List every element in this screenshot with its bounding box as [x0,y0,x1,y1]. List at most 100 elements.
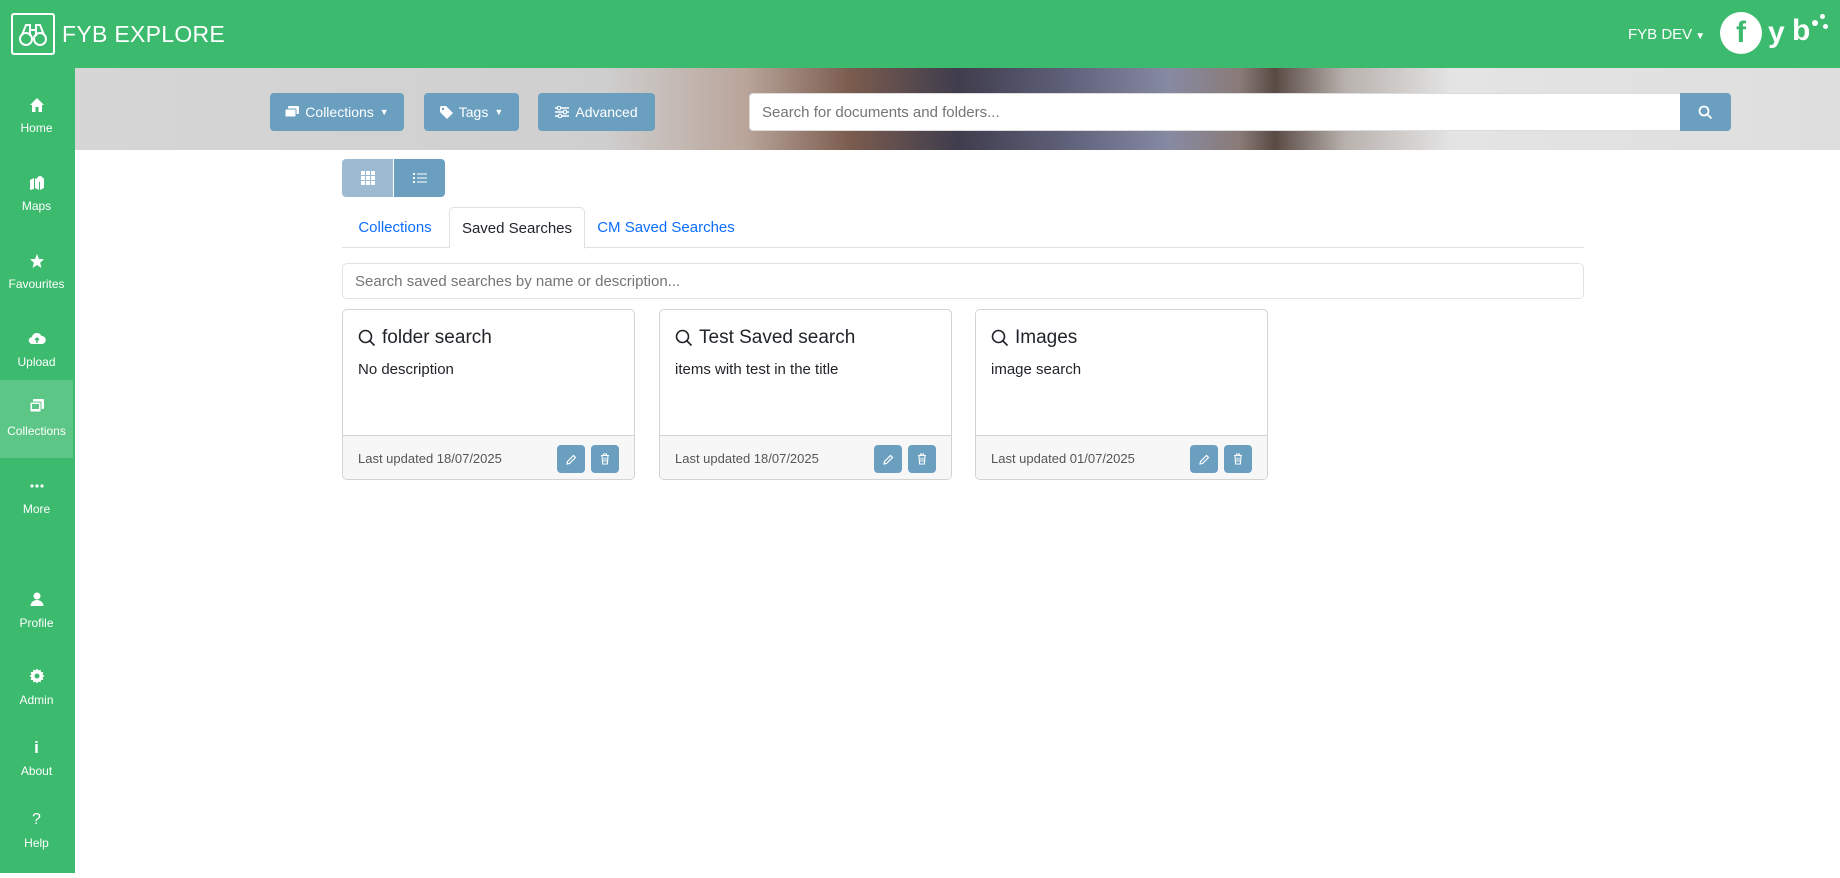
advanced-button[interactable]: Advanced [538,93,655,131]
search-icon [991,329,1009,347]
sidebar-item-label: More [22,502,51,516]
collections-icon [0,398,73,414]
more-icon [0,478,73,494]
sidebar-item-collections[interactable]: Collections [0,380,73,458]
trash-icon [1234,453,1242,465]
card-last-updated: Last updated 18/07/2025 [358,451,502,466]
card-title-row: folder search [358,327,492,349]
edit-button[interactable] [874,445,902,473]
search-banner: Collections ▼ Tags ▼ Advanced [75,68,1840,150]
saved-search-card[interactable]: Test Saved search items with test in the… [659,309,952,480]
chevron-down-icon: ▼ [494,107,504,117]
pencil-icon [1198,454,1209,465]
sidebar-item-home[interactable]: Home [0,79,73,155]
question-icon: ? [32,811,41,828]
star-icon [0,253,73,269]
search-icon [675,329,693,347]
search-icon [358,329,376,347]
saved-search-filter-input[interactable] [343,264,1583,298]
map-icon [0,175,73,191]
list-icon [412,173,427,183]
sidebar-item-label: Maps [21,199,52,213]
tags-dropdown-button[interactable]: Tags ▼ [424,93,519,131]
sidebar-item-maps[interactable]: Maps [0,157,73,233]
brand-logo: f y b [1720,12,1830,56]
document-search-input[interactable] [750,94,1680,130]
user-icon [0,591,73,607]
sidebar-item-label: Favourites [8,277,65,291]
delete-button[interactable] [591,445,619,473]
card-title-row: Test Saved search [675,327,855,349]
sidebar-item-label: Help [24,836,49,850]
delete-button[interactable] [1224,445,1252,473]
binoculars-logo-icon[interactable] [11,13,55,55]
search-button[interactable] [1680,93,1731,131]
brand-dot [1823,24,1828,29]
sidebar-item-label: About [20,764,53,778]
grid-icon [360,171,375,185]
chevron-down-icon: ▼ [1695,31,1706,42]
trash-icon [601,453,609,465]
cloud-upload-icon [0,331,73,347]
info-icon: i [34,738,39,757]
app-title[interactable]: FYB EXPLORE [62,21,225,48]
card-title: folder search [382,327,492,348]
sidebar: Home Maps Favourites Upload Collections … [0,68,75,873]
sidebar-item-admin[interactable]: Admin [0,656,73,732]
advanced-button-label: Advanced [575,104,638,120]
tab-cm-saved-searches[interactable]: CM Saved Searches [586,207,746,248]
user-menu[interactable]: FYB DEV ▼ [1628,26,1705,43]
user-name: FYB DEV [1628,26,1693,43]
grid-view-button[interactable] [342,159,393,197]
pencil-icon [565,454,576,465]
sidebar-item-label: Upload [17,355,56,369]
sidebar-item-more[interactable]: More [0,466,73,542]
chevron-down-icon: ▼ [379,107,389,117]
sliders-icon [555,106,570,118]
sidebar-item-label: Admin [19,693,54,707]
brand-letter-f: f [1720,12,1762,54]
sidebar-item-upload[interactable]: Upload [0,313,73,389]
sidebar-item-label: Collections [7,424,66,438]
tags-button-label: Tags [458,104,489,120]
top-bar: FYB EXPLORE FYB DEV ▼ f y b [0,0,1840,68]
pencil-icon [882,454,893,465]
sidebar-item-label: Profile [19,616,54,630]
sidebar-item-about[interactable]: i About [0,730,73,806]
saved-search-card[interactable]: Images image search Last updated 01/07/2… [975,309,1268,480]
collections-icon [285,106,300,118]
collections-dropdown-button[interactable]: Collections ▼ [270,93,404,131]
document-search [749,93,1681,131]
card-footer: Last updated 18/07/2025 [660,435,951,479]
card-description: image search [991,361,1082,378]
card-last-updated: Last updated 01/07/2025 [991,451,1135,466]
card-title: Test Saved search [699,327,856,348]
saved-search-card[interactable]: folder search No description Last update… [342,309,635,480]
edit-button[interactable] [1190,445,1218,473]
tag-icon [439,105,453,119]
view-toggle [342,159,445,197]
delete-button[interactable] [908,445,936,473]
sidebar-item-label: Home [20,121,53,135]
sidebar-item-help[interactable]: ? Help [0,802,73,878]
tab-saved-searches[interactable]: Saved Searches [449,207,585,249]
trash-icon [918,453,926,465]
brand-letter-y: y [1768,16,1785,49]
collections-button-label: Collections [305,104,374,120]
brand-dot [1820,14,1825,19]
tab-collections[interactable]: Collections [342,207,448,248]
brand-letter-b: b [1792,14,1811,47]
sidebar-item-profile[interactable]: Profile [0,579,73,655]
list-view-button[interactable] [394,159,445,197]
card-footer: Last updated 18/07/2025 [343,435,634,479]
saved-search-filter [342,263,1584,299]
card-last-updated: Last updated 18/07/2025 [675,451,819,466]
edit-button[interactable] [557,445,585,473]
card-description: No description [358,361,454,378]
sidebar-item-favourites[interactable]: Favourites [0,235,73,311]
tab-bar: Collections Saved Searches CM Saved Sear… [342,207,1584,249]
home-icon [0,97,73,113]
brand-dot [1812,20,1818,26]
card-title: Images [1015,327,1078,348]
gear-icon [0,668,73,684]
